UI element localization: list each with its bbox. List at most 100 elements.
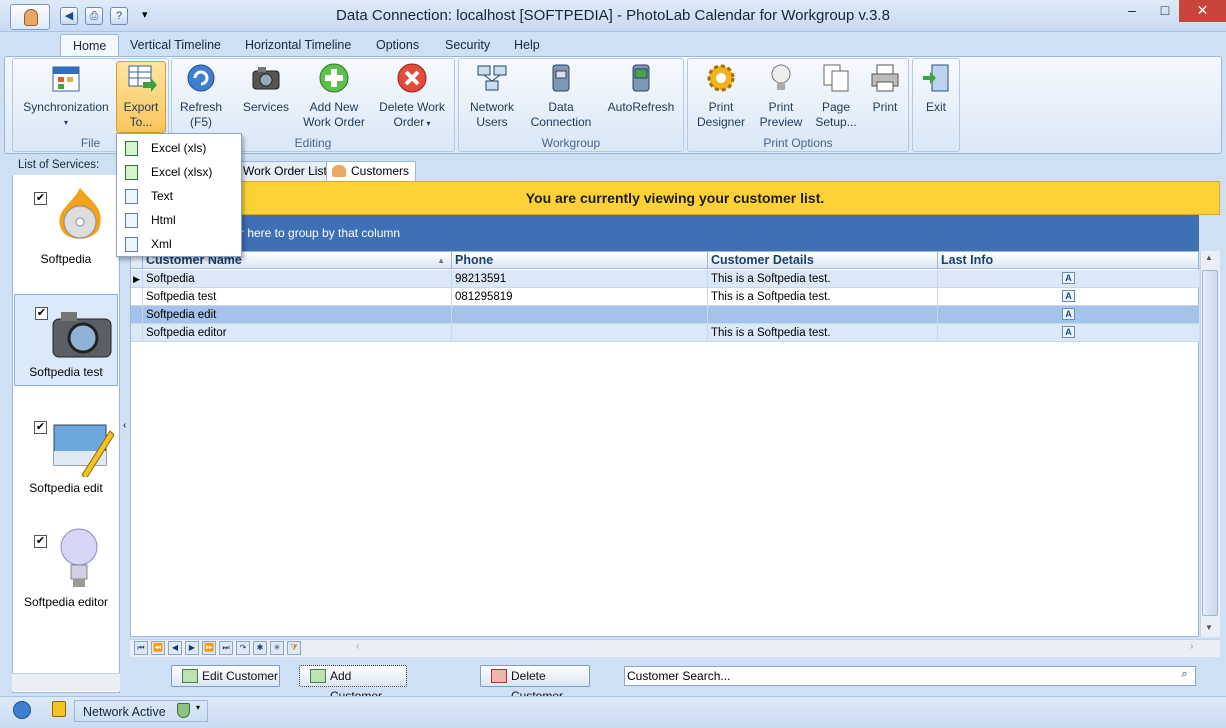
network-users-button[interactable]: Network Users [465,62,519,130]
dropdown-arrow-icon[interactable]: ▾ [196,703,200,712]
menu-item-excel-xlsx[interactable]: Excel (xlsx) [117,160,241,184]
tab-customers[interactable]: Customers [326,161,417,181]
scrollbar-thumb[interactable] [1202,270,1218,616]
cell-phone[interactable]: 98213591 [452,270,708,288]
refresh-button[interactable]: Refresh (F5) [176,62,226,130]
tab-security[interactable]: Security [433,34,502,56]
table-row[interactable]: Softpedia test 081295819 This is a Softp… [131,288,1199,306]
synchronization-button[interactable]: Synchronization ▾ [18,62,114,130]
print-button[interactable]: Print [866,62,904,115]
tab-options[interactable]: Options [364,34,431,56]
customer-search-input[interactable]: Customer Search... [624,666,1196,686]
service-item[interactable]: ✔ Softpedia test [14,294,118,386]
service-item[interactable]: ✔ Softpedia editor [14,523,118,615]
scroll-right-icon[interactable]: › [1190,641,1193,652]
service-checkbox[interactable]: ✔ [34,535,47,548]
column-header-phone[interactable]: Phone [452,252,708,269]
append-record-icon[interactable]: ✳ [270,641,284,655]
cell-phone[interactable] [452,306,708,324]
menu-item-excel-xls[interactable]: Excel (xls) [117,136,241,160]
refresh-shortcut-label: (F5) [190,115,212,129]
minimize-button[interactable]: – [1114,0,1150,22]
exit-button[interactable]: Exit [916,62,956,115]
services-button[interactable]: Services [240,62,292,115]
add-new-work-order-button[interactable]: Add New Work Order [300,62,368,130]
table-row[interactable]: Softpedia edit A [131,306,1199,324]
last-info-icon[interactable]: A [1062,272,1075,284]
lock-icon[interactable] [52,701,66,717]
table-row[interactable]: ▶ Softpedia 98213591 This is a Softpedia… [131,270,1199,288]
group-label: Print Options [763,136,833,150]
menu-item-html[interactable]: Html [117,208,241,232]
insert-record-icon[interactable]: ✱ [253,641,267,655]
edit-customer-button[interactable]: Edit Customer [171,665,280,687]
tab-vertical-timeline[interactable]: Vertical Timeline [118,34,233,56]
info-banner: You are currently viewing your customer … [130,181,1220,215]
close-button[interactable]: ✕ [1179,0,1226,22]
data-connection-button[interactable]: Data Connection [528,62,594,130]
camera-icon [52,312,112,358]
menu-item-text[interactable]: Text [117,184,241,208]
next-page-icon[interactable]: ⏩ [202,641,216,655]
add-work-order-label-2: Work Order [303,115,365,129]
sort-ascending-icon: ▲ [437,256,445,265]
cell-customer-details[interactable]: This is a Softpedia test. [708,324,938,342]
cell-customer-details[interactable]: This is a Softpedia test. [708,288,938,306]
last-record-icon[interactable]: ⏭ [219,641,233,655]
previous-record-icon[interactable]: ◀ [168,641,182,655]
cell-phone[interactable]: 081295819 [452,288,708,306]
tab-home[interactable]: Home [60,34,120,56]
cell-phone[interactable] [452,324,708,342]
export-to-button[interactable]: Export To... [116,61,166,133]
tab-help[interactable]: Help [502,34,552,56]
next-record-icon[interactable]: ▶ [185,641,199,655]
tab-horizontal-timeline[interactable]: Horizontal Timeline [233,34,363,56]
refresh-records-icon[interactable]: ↷ [236,641,250,655]
print-designer-button[interactable]: Print Designer [694,62,748,130]
scroll-left-icon[interactable]: ‹ [356,641,359,652]
gear-icon [705,62,737,94]
cell-customer-name[interactable]: Softpedia edit [143,306,452,324]
sync-status-icon[interactable] [13,701,31,719]
delete-customer-button[interactable]: Delete Customer [480,665,590,703]
last-info-icon[interactable]: A [1062,326,1075,338]
collapse-arrow-icon[interactable]: ‹ [123,420,126,431]
add-customer-button[interactable]: Add Customer [299,665,407,703]
column-header-last-info[interactable]: Last Info [938,252,1199,269]
menu-item-xml[interactable]: Xml [117,232,241,256]
window-title: Data Connection: localhost [SOFTPEDIA] -… [336,7,890,24]
scroll-up-icon[interactable]: ▲ [1205,253,1213,262]
service-checkbox[interactable]: ✔ [35,307,48,320]
tab-work-order-list[interactable]: Work Order List [236,161,334,181]
last-info-icon[interactable]: A [1062,290,1075,302]
print-preview-button[interactable]: Print Preview [756,62,806,130]
services-horizontal-scrollbar[interactable] [12,673,120,691]
table-row[interactable]: Softpedia editor This is a Softpedia tes… [131,324,1199,342]
binoculars-icon[interactable]: ⌕ [1176,668,1193,683]
cell-customer-name[interactable]: Softpedia editor [143,324,452,342]
page-setup-button[interactable]: Page Setup... [812,62,860,130]
text-file-icon [125,189,138,204]
delete-work-order-button[interactable]: Delete Work Order ▾ [376,62,448,131]
maximize-button[interactable]: □ [1147,0,1183,22]
last-info-icon[interactable]: A [1062,308,1075,320]
service-item[interactable]: ✔ Softpedia edit [14,409,118,501]
cell-customer-details[interactable]: This is a Softpedia test. [708,270,938,288]
autorefresh-button[interactable]: AutoRefresh [604,62,678,115]
column-header-customer-details[interactable]: Customer Details [708,252,938,269]
first-record-icon[interactable]: ⏮ [134,641,148,655]
filter-icon[interactable]: ⧩ [287,641,301,655]
cell-customer-name[interactable]: Softpedia [143,270,452,288]
refresh-icon [185,62,217,94]
cell-customer-details[interactable] [708,306,938,324]
service-checkbox[interactable]: ✔ [34,192,47,205]
menu-item-label: Xml [151,237,172,251]
scroll-down-icon[interactable]: ▼ [1205,623,1213,632]
previous-page-icon[interactable]: ⏪ [151,641,165,655]
add-work-order-label: Add New [309,100,359,114]
service-item[interactable]: ✔ Softpedia [14,180,118,272]
service-checkbox[interactable]: ✔ [34,421,47,434]
export-dropdown-menu: Excel (xls) Excel (xlsx) Text Html Xml [116,133,242,257]
cell-customer-name[interactable]: Softpedia test [143,288,452,306]
exit-door-icon [920,62,952,94]
